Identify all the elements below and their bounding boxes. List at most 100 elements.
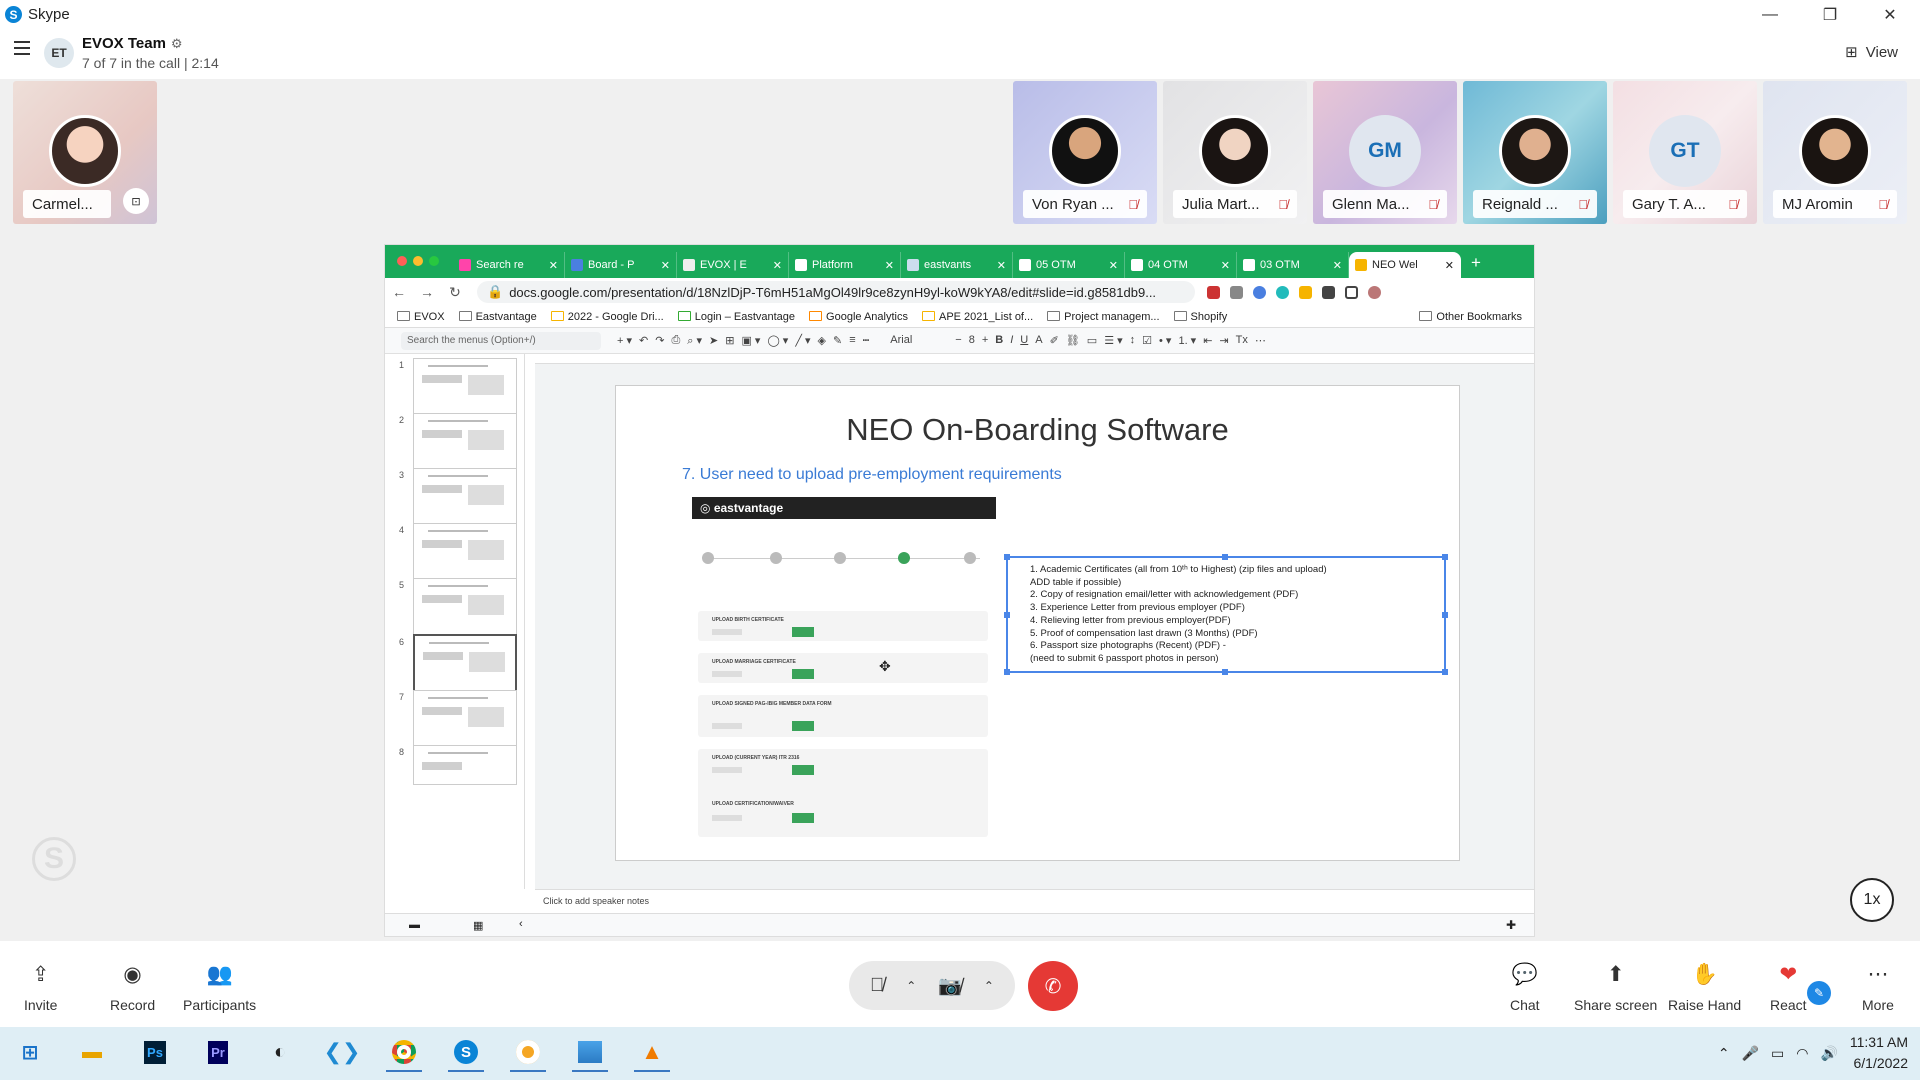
participant-tile[interactable]: Julia Mart... 🎙̸ (1163, 81, 1307, 224)
vlc-icon[interactable]: ▲ (634, 1034, 670, 1072)
grid-view-icon[interactable]: ▦ (473, 919, 483, 932)
bookmark-item[interactable]: Shopify (1173, 310, 1227, 323)
underline-icon[interactable]: U (1020, 334, 1028, 348)
slide-thumbnail[interactable] (413, 523, 517, 581)
clear-formatting-icon[interactable]: Tx (1236, 334, 1248, 348)
italic-icon[interactable]: I (1010, 334, 1013, 348)
participants-button[interactable]: 👥 Participants (183, 963, 256, 1013)
embedded-screenshot[interactable]: ◎ eastvantage UPLOAD BIRTH CERTIFICATE U… (692, 497, 996, 847)
bookmark-item[interactable]: Project managem... (1047, 310, 1160, 323)
microphone-muted-icon[interactable]: 🎙̸ (870, 975, 884, 997)
tab-close-icon[interactable]: ✕ (885, 259, 894, 272)
shape-icon[interactable]: ◯ ▾ (767, 334, 788, 348)
chevron-up-icon[interactable]: ⌃ (906, 979, 916, 993)
slide-thumbnail-selected[interactable] (413, 634, 517, 692)
font-select[interactable]: Arial (890, 334, 912, 348)
checklist-icon[interactable]: ☑ (1142, 334, 1152, 348)
browser-tab[interactable]: 04 OTM ✕ (1125, 252, 1237, 278)
chat-button[interactable]: 💬 Chat (1510, 963, 1540, 1013)
bulleted-list-icon[interactable]: • ▾ (1159, 334, 1171, 348)
group-avatar[interactable]: ET (44, 38, 74, 68)
redo-icon[interactable]: ↷ (655, 334, 664, 348)
file-explorer-icon[interactable]: ▬ (74, 1034, 110, 1072)
text-color-icon[interactable]: A (1035, 334, 1042, 348)
extension-icon[interactable] (1230, 285, 1243, 299)
participant-tile[interactable]: Von Ryan ... 🎙̸ (1013, 81, 1157, 224)
reload-icon[interactable]: ↻ (441, 284, 469, 301)
profile-icon[interactable] (1368, 285, 1381, 299)
share-screen-button[interactable]: ⬆ Share screen (1574, 963, 1657, 1013)
zoom-icon[interactable]: ⌕ ▾ (687, 334, 702, 348)
slide-thumbnail[interactable] (413, 690, 517, 748)
browser-tab[interactable]: 05 OTM ✕ (1013, 252, 1125, 278)
menu-search-input[interactable]: Search the menus (Option+/) (401, 331, 601, 350)
bookmark-item[interactable]: Login – Eastvantage (677, 310, 795, 323)
explore-icon[interactable]: ✚ (1506, 918, 1516, 932)
bookmark-item[interactable]: APE 2021_List of... (921, 310, 1033, 323)
slide-thumbnail[interactable] (413, 468, 517, 526)
font-size-value[interactable]: 8 (969, 334, 975, 348)
border-dash-icon[interactable]: ┅ (863, 334, 870, 348)
wifi-icon[interactable]: ◠ (1796, 1045, 1808, 1062)
browser-tab[interactable]: Board - P ✕ (565, 252, 677, 278)
bookmark-item[interactable]: EVOX (397, 310, 445, 323)
bookmark-item[interactable]: Google Analytics (809, 310, 908, 323)
bold-icon[interactable]: B (995, 334, 1003, 348)
slide-thumbnail[interactable] (413, 745, 517, 785)
forward-icon[interactable]: → (413, 284, 441, 300)
other-bookmarks[interactable]: Other Bookmarks (1419, 310, 1522, 323)
puzzle-icon[interactable] (1322, 285, 1335, 299)
undo-icon[interactable]: ↶ (639, 334, 648, 348)
sidepanel-icon[interactable] (1345, 285, 1358, 299)
filmstrip-view-icon[interactable]: ▬ (409, 919, 420, 931)
settings-gear-icon[interactable]: ⚙ (171, 36, 183, 51)
comment-icon[interactable]: ▭ (1087, 334, 1097, 348)
raise-hand-button[interactable]: ✋ Raise Hand (1668, 963, 1741, 1013)
line-icon[interactable]: ╱ ▾ (795, 334, 810, 348)
tab-close-icon[interactable]: ✕ (1221, 259, 1230, 272)
browser-tab[interactable]: 03 OTM ✕ (1237, 252, 1349, 278)
participant-tile[interactable]: GM Glenn Ma... 🎙̸ (1313, 81, 1457, 224)
textbox-icon[interactable]: ⊞ (725, 334, 734, 348)
photos-icon[interactable] (572, 1034, 608, 1072)
participant-tile[interactable]: Reignald ... 🎙̸ (1463, 81, 1607, 224)
group-name-row[interactable]: EVOX Team ⚙ (82, 35, 183, 52)
highlight-icon[interactable]: ✐ (1050, 334, 1059, 348)
microphone-icon[interactable]: 🎤 (1742, 1045, 1759, 1062)
camera-off-icon[interactable]: 📷̸ (938, 974, 962, 998)
back-icon[interactable]: ← (385, 284, 413, 300)
print-icon[interactable]: ⎙ (671, 334, 680, 348)
invite-button[interactable]: ⇪ Invite (24, 963, 57, 1013)
chrome-icon[interactable] (386, 1034, 422, 1072)
extension-icon[interactable] (1207, 285, 1220, 299)
numbered-list-icon[interactable]: 1. ▾ (1178, 334, 1196, 348)
participant-tile[interactable]: MJ Aromin 🎙̸ (1763, 81, 1907, 224)
react-button[interactable]: ❤ React (1770, 963, 1807, 1013)
tab-close-icon[interactable]: ✕ (549, 259, 558, 272)
speaker-notes[interactable]: Click to add speaker notes (535, 889, 1534, 913)
tab-close-icon[interactable]: ✕ (1445, 259, 1454, 272)
slide-thumbnail[interactable] (413, 413, 517, 471)
chevron-up-icon[interactable]: ⌃ (1718, 1045, 1730, 1062)
clock[interactable]: 11:31 AM 6/1/2022 (1850, 1032, 1908, 1074)
tab-close-icon[interactable]: ✕ (1109, 259, 1118, 272)
tab-close-icon[interactable]: ✕ (1333, 259, 1342, 272)
minimize-button[interactable]: — (1740, 0, 1800, 29)
browser-tab[interactable]: EVOX | E ✕ (677, 252, 789, 278)
self-video-tile[interactable]: Carmel... ⊡ (13, 81, 157, 224)
restore-button[interactable]: ❐ (1800, 0, 1860, 29)
requirements-textbox[interactable]: 1. Academic Certificates (all from 10ᵗʰ … (1004, 554, 1448, 675)
line-spacing-icon[interactable]: ↕ (1130, 334, 1136, 348)
playback-speed-button[interactable]: 1x (1850, 878, 1894, 922)
new-tab-icon[interactable]: + (1471, 253, 1481, 273)
participant-tile[interactable]: GT Gary T. A... 🎙̸ (1613, 81, 1757, 224)
obs-icon[interactable]: ◐ (262, 1034, 298, 1072)
slide-title[interactable]: NEO On-Boarding Software (616, 412, 1459, 448)
slide-subtitle[interactable]: 7. User need to upload pre-employment re… (682, 466, 1062, 484)
border-weight-icon[interactable]: ≡ (849, 334, 855, 348)
browser-tab[interactable]: Platform ✕ (789, 252, 901, 278)
font-size-increase[interactable]: + (982, 334, 988, 348)
slide-thumbnail[interactable] (413, 578, 517, 636)
image-icon[interactable]: ▣ ▾ (741, 334, 760, 348)
bookmark-item[interactable]: 2022 - Google Dri... (550, 310, 664, 323)
